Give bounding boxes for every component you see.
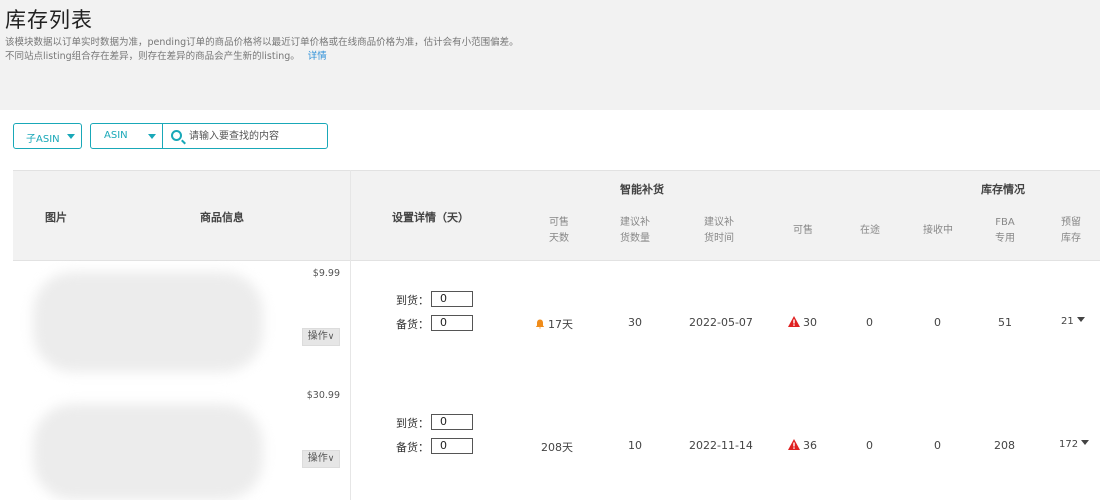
fba-cell: 51 — [998, 316, 1012, 329]
col-suggest-qty-header: 建议补 货数量 — [620, 217, 650, 244]
asin-select[interactable]: ASIN — [90, 123, 163, 149]
stock-label: 备货： — [396, 441, 429, 454]
col-image-header: 图片 — [45, 211, 67, 224]
col-settings-header: 设置详情（天） — [392, 211, 469, 224]
description-line-1: 该模块数据以订单实时数据为准，pending订单的商品价格将以最近订单价格或在线… — [5, 37, 519, 48]
group-smart-restock-header: 智能补货 — [620, 183, 664, 196]
arrival-days-input[interactable]: 0 — [431, 414, 473, 430]
chevron-down-icon — [67, 134, 75, 139]
group-stock-header: 库存情况 — [981, 183, 1025, 196]
in-transit-cell: 0 — [866, 439, 873, 452]
product-price: $30.99 — [306, 390, 340, 401]
search-input[interactable] — [189, 127, 323, 145]
sellable-cell: 36 — [788, 439, 817, 452]
row-actions-label: 操作 — [307, 331, 328, 342]
child-asin-select[interactable]: 子ASIN — [13, 123, 82, 149]
col-product-header: 商品信息 — [200, 211, 244, 224]
col-sellable-days-header: 可售 天数 — [549, 217, 569, 244]
page-title: 库存列表 — [5, 8, 93, 32]
reserved-cell[interactable]: 172 — [1059, 439, 1090, 450]
stock-days-input[interactable]: 0 — [431, 315, 473, 331]
suggest-qty-cell: 30 — [628, 316, 642, 329]
product-image — [33, 404, 263, 500]
sellable-value: 30 — [803, 316, 817, 329]
col-reserved-header: 预留 库存 — [1061, 217, 1081, 244]
in-transit-cell: 0 — [866, 316, 873, 329]
row-actions-button[interactable]: 操作∨ — [302, 328, 340, 346]
table-row: $9.99 操作∨ 到货： 0 备货： 0 17天 30 2022-05-07 … — [13, 262, 1100, 384]
row-actions-button[interactable]: 操作∨ — [302, 450, 340, 468]
product-image — [33, 272, 263, 372]
arrival-label: 到货： — [396, 294, 429, 307]
receiving-cell: 0 — [934, 316, 941, 329]
sellable-cell: 30 — [788, 316, 817, 329]
child-asin-select-label: 子ASIN — [26, 134, 60, 145]
page-header: 库存列表 该模块数据以订单实时数据为准，pending订单的商品价格将以最近订单… — [0, 0, 1100, 110]
bell-icon — [535, 319, 545, 329]
col-receiving-header: 接收中 — [923, 225, 953, 236]
chevron-down-icon: ∨ — [327, 454, 335, 464]
col-sellable-header: 可售 — [793, 225, 813, 236]
reserved-value: 21 — [1061, 316, 1074, 327]
suggest-time-cell: 2022-05-07 — [689, 316, 753, 329]
detail-link[interactable]: 详情 — [308, 51, 327, 62]
sellable-value: 36 — [803, 439, 817, 452]
sellable-days-cell: 208天 — [541, 441, 573, 454]
stock-label: 备货： — [396, 318, 429, 331]
table-header: 图片 商品信息 设置详情（天） 智能补货 库存情况 可售 天数 建议补 货数量 建议… — [13, 170, 1100, 261]
description-line-2: 不同站点listing组合存在差异，则存在差异的商品会产生新的listing。详… — [5, 48, 327, 62]
fba-cell: 208 — [994, 439, 1015, 452]
row-actions-label: 操作 — [307, 453, 328, 464]
receiving-cell: 0 — [934, 439, 941, 452]
search-box — [162, 123, 328, 149]
sellable-days-cell: 17天 — [535, 316, 573, 332]
search-icon[interactable] — [171, 130, 182, 141]
caret-down-icon — [1081, 440, 1090, 445]
chevron-down-icon: ∨ — [327, 332, 335, 342]
warning-icon — [788, 316, 800, 327]
col-fba-header: FBA 专用 — [995, 217, 1015, 244]
chevron-down-icon — [148, 134, 156, 139]
warning-icon — [788, 439, 800, 450]
table-row: $30.99 操作∨ 到货： 0 备货： 0 208天 10 2022-11-1… — [13, 384, 1100, 500]
col-suggest-time-header: 建议补 货时间 — [704, 217, 734, 244]
stock-days-input[interactable]: 0 — [431, 438, 473, 454]
reserved-value: 172 — [1059, 439, 1079, 450]
asin-select-label: ASIN — [104, 130, 128, 141]
caret-down-icon — [1076, 317, 1085, 322]
description-line-2-text: 不同站点listing组合存在差异，则存在差异的商品会产生新的listing。 — [5, 51, 300, 62]
reserved-cell[interactable]: 21 — [1061, 316, 1085, 327]
suggest-time-cell: 2022-11-14 — [689, 439, 753, 452]
arrival-days-input[interactable]: 0 — [431, 291, 473, 307]
suggest-qty-cell: 10 — [628, 439, 642, 452]
product-price: $9.99 — [312, 268, 340, 279]
arrival-label: 到货： — [396, 417, 429, 430]
sellable-days-value: 17天 — [548, 318, 573, 331]
col-in-transit-header: 在途 — [860, 225, 880, 236]
